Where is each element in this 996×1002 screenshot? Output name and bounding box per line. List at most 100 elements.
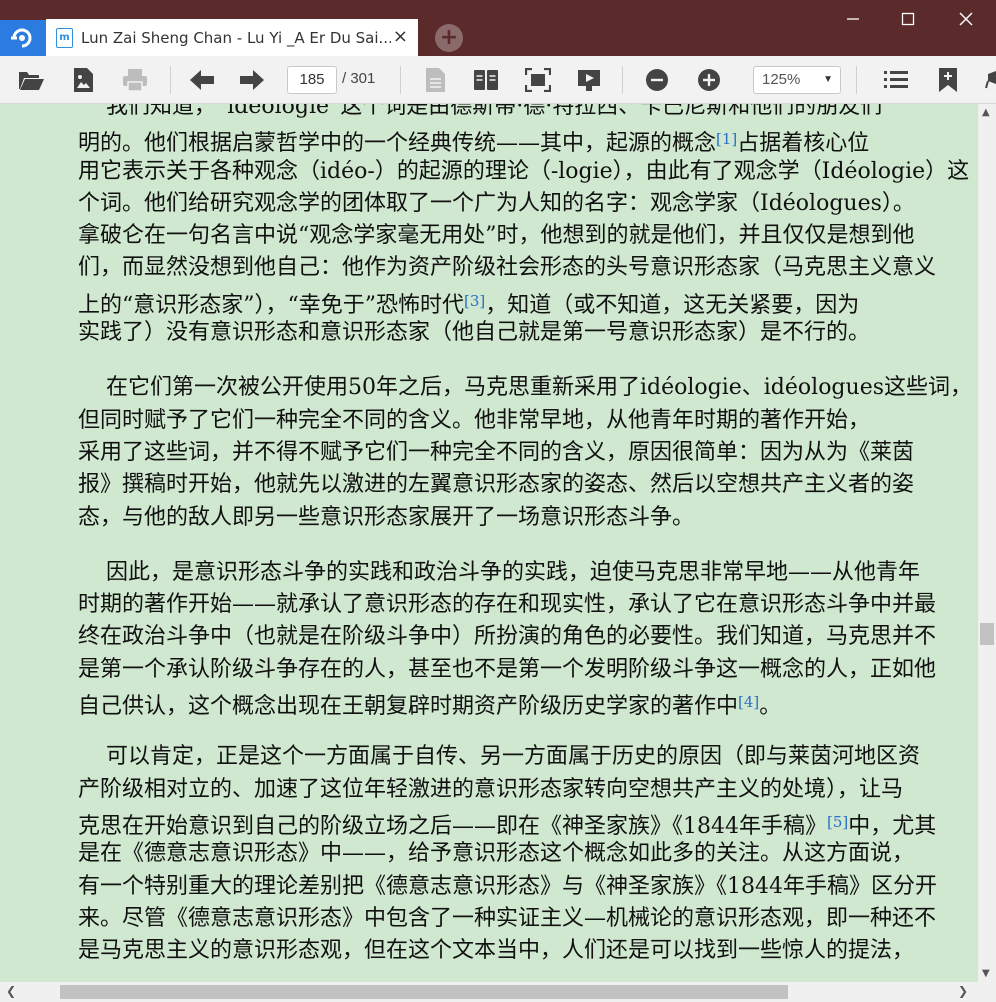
two-page-view-button[interactable] bbox=[470, 64, 502, 96]
fit-page-button[interactable] bbox=[522, 64, 554, 96]
text-line: 是第一个承认阶级斗争存在的人，甚至也不是第一个发明阶级斗争这一概念的人，正如他 bbox=[78, 654, 978, 686]
table-of-contents-button[interactable] bbox=[880, 64, 912, 96]
zoom-out-button[interactable] bbox=[641, 64, 673, 96]
text-line: 是马克思主义的意识形态观，但在这个文本当中，人们还是可以找到一些惊人的提法， bbox=[78, 935, 978, 967]
open-file-button[interactable] bbox=[15, 64, 47, 96]
image-file-icon bbox=[74, 68, 93, 92]
line-text: 们，而显然没想到他自己：他作为资产阶级社会形态的头号意识形态家（马克思主义意义 bbox=[78, 255, 937, 281]
text-line: 拿破仑在一句名言中说“观念学家毫无用处”时，他想到的就是他们，并且仅仅是想到他 bbox=[78, 220, 978, 252]
page-total-label: / 301 bbox=[342, 70, 376, 87]
paragraph: 在它们第一次被公开使用50年之后，马克思重新采用了idéologie、idéol… bbox=[78, 372, 978, 533]
toolbar-divider bbox=[622, 66, 623, 94]
paragraph: 因此，是意识形态斗争的实践和政治斗争的实践，迫使马克思非常早地——从他青年 时期的… bbox=[78, 557, 978, 720]
export-image-button[interactable] bbox=[67, 64, 99, 96]
page-number-input[interactable]: 185 bbox=[287, 66, 337, 94]
line-text: 用它表示关于各种观念（idéo-）的起源的理论（-logie），由此有了观念学（… bbox=[78, 158, 970, 184]
scroll-left-icon[interactable]: ❮ bbox=[6, 984, 16, 998]
pin-icon bbox=[985, 71, 996, 89]
footnote-link[interactable]: [4] bbox=[738, 693, 759, 711]
line-text: 终在政治斗争中（也就是在阶级斗争中）所扮演的角色的必要性。我们知道，马克思并不 bbox=[78, 624, 937, 650]
zoom-level-select[interactable]: 125% ▼ bbox=[753, 66, 841, 94]
single-page-view-button[interactable] bbox=[419, 64, 451, 96]
footnote-link[interactable]: [5] bbox=[827, 813, 848, 831]
line-text: 自己供认，这个概念出现在王朝复辟时期资产阶级历史学家的著作中 bbox=[78, 694, 739, 720]
line-text: 时期的著作开始——就承认了意识形态的存在和现实性，承认了它在意识形态斗争中并最 bbox=[78, 592, 937, 618]
document-tab[interactable]: m Lun Zai Sheng Chan - Lu Yi _A Er Du Sa… bbox=[46, 19, 418, 56]
text-line: 在它们第一次被公开使用50年之后，马克思重新采用了idéologie、idéol… bbox=[78, 372, 978, 404]
previous-page-button[interactable] bbox=[186, 64, 218, 96]
line-text: 我们知道，“idéologie”这个词是由德斯蒂·德·特拉西、卡巴尼斯和他们的朋… bbox=[78, 104, 883, 119]
horizontal-scroll-thumb[interactable] bbox=[60, 985, 788, 999]
zoom-in-button[interactable] bbox=[693, 64, 725, 96]
zoom-in-icon bbox=[698, 69, 720, 91]
line-text: 个词。他们给研究观念学的团体取了一个广为人知的名字：观念学家（Idéologue… bbox=[78, 190, 915, 216]
line-text: 产阶级相对立的、加速了这位年轻激进的意识形态家转向空想共产主义的处境），让马 bbox=[78, 776, 904, 802]
tab-title: Lun Zai Sheng Chan - Lu Yi _A Er Du Sai.… bbox=[81, 28, 391, 47]
scroll-right-icon[interactable]: ❯ bbox=[958, 984, 968, 998]
minimize-button[interactable] bbox=[842, 8, 864, 30]
line-text: 可以肯定，正是这个一方面属于自传、另一方面属于历史的原因（即与莱茵河地区资 bbox=[78, 744, 920, 770]
chevron-down-icon: ▼ bbox=[823, 74, 833, 85]
footnote-link[interactable]: [3] bbox=[464, 292, 485, 310]
line-text-continued: 。 bbox=[759, 694, 782, 720]
slideshow-button[interactable] bbox=[574, 64, 606, 96]
arrow-left-icon bbox=[190, 70, 214, 90]
bookmark-add-icon bbox=[939, 68, 957, 92]
text-line: 我们知道，“idéologie”这个词是由德斯蒂·德·特拉西、卡巴尼斯和他们的朋… bbox=[78, 104, 978, 123]
text-line: 态，与他的敌人即另一些意识形态家展开了一场意识形态斗争。 bbox=[78, 502, 978, 534]
app-logo-icon bbox=[11, 28, 32, 48]
maximize-button[interactable] bbox=[897, 8, 919, 30]
vertical-scrollbar[interactable]: ▲ ▼ bbox=[978, 104, 996, 982]
text-line: 因此，是意识形态斗争的实践和政治斗争的实践，迫使马克思非常早地——从他青年 bbox=[78, 557, 978, 589]
list-icon bbox=[884, 71, 908, 88]
text-line: 时期的著作开始——就承认了意识形态的存在和现实性，承认了它在意识形态斗争中并最 bbox=[78, 589, 978, 621]
text-line: 们，而显然没想到他自己：他作为资产阶级社会形态的头号意识形态家（马克思主义意义 bbox=[78, 252, 978, 284]
toolbar-divider bbox=[400, 66, 401, 94]
text-line: 终在政治斗争中（也就是在阶级斗争中）所扮演的角色的必要性。我们知道，马克思并不 bbox=[78, 621, 978, 653]
scroll-down-icon[interactable]: ▼ bbox=[982, 968, 990, 979]
text-line: 实践了）没有意识形态和意识形态家（他自己就是第一号意识形态家）是不行的。 bbox=[78, 317, 978, 349]
vertical-scroll-thumb[interactable] bbox=[980, 623, 994, 645]
text-line: 有一个特别重大的理论差别把《德意志意识形态》与《神圣家族》《1844年手稿》区分… bbox=[78, 871, 978, 903]
title-bar: m Lun Zai Sheng Chan - Lu Yi _A Er Du Sa… bbox=[0, 0, 996, 56]
document-page: 我们知道，“idéologie”这个词是由德斯蒂·德·特拉西、卡巴尼斯和他们的朋… bbox=[78, 104, 978, 967]
text-line: 明的。他们根据启蒙哲学中的一个经典传统——其中，起源的概念[1]占据着核心位 bbox=[78, 123, 978, 157]
line-text: 是第一个承认阶级斗争存在的人，甚至也不是第一个发明阶级斗争这一概念的人，正如他 bbox=[78, 656, 937, 682]
single-page-icon bbox=[426, 68, 445, 92]
footnote-link[interactable]: [1] bbox=[716, 130, 737, 148]
print-button[interactable] bbox=[119, 64, 151, 96]
line-text: 但同时赋予了它们一种完全不同的含义。他非常早地，从他青年时期的著作开始， bbox=[78, 407, 871, 433]
text-line: 用它表示关于各种观念（idéo-）的起源的理论（-logie），由此有了观念学（… bbox=[78, 156, 978, 188]
tab-close-button[interactable]: × bbox=[393, 27, 408, 47]
line-text: 因此，是意识形态斗争的实践和政治斗争的实践，迫使马克思非常早地——从他青年 bbox=[78, 559, 920, 585]
folder-open-icon bbox=[19, 72, 44, 90]
document-icon: m bbox=[56, 27, 73, 48]
add-bookmark-button[interactable] bbox=[932, 64, 964, 96]
minimize-icon bbox=[847, 18, 859, 20]
app-menu-button[interactable] bbox=[0, 20, 46, 56]
toolbar-divider bbox=[170, 66, 171, 94]
line-text-continued: 占据着核心位 bbox=[737, 131, 870, 157]
document-viewport[interactable]: 我们知道，“idéologie”这个词是由德斯蒂·德·特拉西、卡巴尼斯和他们的朋… bbox=[0, 104, 978, 982]
text-line: 来。尽管《德意志意识形态》中包含了一种实证主义—机械论的意识形态观，即一种还不 bbox=[78, 903, 978, 935]
text-line: 产阶级相对立的、加速了这位年轻激进的意识形态家转向空想共产主义的处境），让马 bbox=[78, 774, 978, 806]
line-text: 实践了）没有意识形态和意识形态家（他自己就是第一号意识形态家）是不行的。 bbox=[78, 320, 871, 346]
toolbar-divider bbox=[856, 66, 857, 94]
text-line: 上的“意识形态家”），“幸免于”恐怖时代[3]，知道（或不知道，这无关紧要，因为 bbox=[78, 285, 978, 318]
next-page-button[interactable] bbox=[236, 64, 268, 96]
text-line: 报》撰稿时开始，他就先以激进的左翼意识形态家的姿态、然后以空想共产主义者的姿 bbox=[78, 469, 978, 501]
paragraph: 我们知道，“idéologie”这个词是由德斯蒂·德·特拉西、卡巴尼斯和他们的朋… bbox=[78, 104, 978, 349]
close-window-button[interactable] bbox=[955, 8, 977, 30]
scroll-up-icon[interactable]: ▲ bbox=[982, 107, 990, 118]
arrow-right-icon bbox=[240, 70, 264, 90]
more-tools-button[interactable] bbox=[982, 64, 996, 96]
horizontal-scrollbar[interactable]: ❮ ❯ bbox=[0, 982, 996, 1002]
line-text: 报》撰稿时开始，他就先以激进的左翼意识形态家的姿态、然后以空想共产主义者的姿 bbox=[78, 472, 915, 498]
new-tab-button[interactable]: + bbox=[435, 24, 463, 52]
line-text: 上的“意识形态家”），“幸免于”恐怖时代 bbox=[78, 292, 464, 318]
maximize-icon bbox=[901, 12, 915, 26]
text-line: 但同时赋予了它们一种完全不同的含义。他非常早地，从他青年时期的著作开始， bbox=[78, 405, 978, 437]
text-line: 采用了这些词，并不得不赋予它们一种完全不同的含义，原因很简单：因为从为《莱茵 bbox=[78, 437, 978, 469]
